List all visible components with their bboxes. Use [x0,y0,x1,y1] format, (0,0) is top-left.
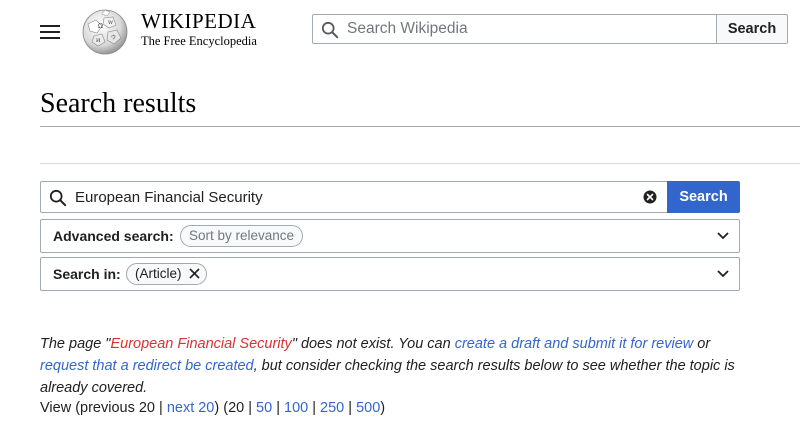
section-divider [40,163,800,164]
clear-icon[interactable] [643,190,657,204]
header-search-input[interactable] [347,15,707,43]
page-not-exist-notice: The page "European Financial Security" d… [40,333,760,399]
wikipedia-globe-logo[interactable]: Ω W И ウ [80,6,130,56]
paging-text: View (previous 20 | [40,400,167,416]
remove-x-icon[interactable] [188,268,200,279]
chevron-down-icon [717,232,729,240]
search-icon [49,189,67,207]
svg-text:W: W [108,20,114,26]
search-in-label: Search in: [53,266,121,282]
missing-page-link[interactable]: European Financial Security [110,336,291,352]
paging-separator: | [308,400,321,416]
sort-chip: Sort by relevance [180,225,304,247]
paging-text: ) [380,400,386,416]
paging-separator: | [272,400,284,416]
namespace-chip-label: (Article) [135,266,182,281]
header-search-box [312,14,717,44]
namespace-chip: (Article) [126,263,207,285]
svg-text:И: И [96,38,101,44]
advanced-search-label: Advanced search: [53,228,174,244]
main-search-button[interactable]: Search [667,181,740,213]
notice-text: or [693,336,711,352]
notice-text: " does not exist. You can [291,336,455,352]
paging-text: ) (20 | [214,400,257,416]
main-search-input[interactable] [75,182,635,212]
search-in-toggle[interactable]: Search in: (Article) [40,257,740,291]
paging-separator: | [344,400,357,416]
chevron-down-icon [717,270,729,278]
main-menu-icon[interactable] [40,22,60,40]
limit-250-link[interactable]: 250 [320,400,344,416]
search-icon [321,21,339,39]
results-paging: View (previous 20 | next 20) (20 | 50 | … [40,400,385,416]
svg-text:ウ: ウ [111,34,116,41]
svg-text:Ω: Ω [98,23,103,30]
notice-text: The page " [40,336,111,352]
request-redirect-link[interactable]: request that a redirect be created [40,358,254,374]
title-divider [40,126,800,127]
wordmark-title: WIKIPEDIA [141,9,257,33]
next-20-link[interactable]: next 20 [167,400,215,416]
limit-500-link[interactable]: 500 [356,400,380,416]
advanced-search-toggle[interactable]: Advanced search: Sort by relevance [40,219,740,253]
limit-100-link[interactable]: 100 [284,400,308,416]
page-title: Search results [40,88,197,119]
wikipedia-wordmark[interactable]: WIKIPEDIA The Free Encyclopedia [141,9,257,49]
limit-50-link[interactable]: 50 [256,400,272,416]
header-search-button[interactable]: Search [716,14,788,44]
wordmark-tagline: The Free Encyclopedia [141,34,257,48]
main-search-box [40,181,668,213]
create-draft-link[interactable]: create a draft and submit it for review [455,336,694,352]
